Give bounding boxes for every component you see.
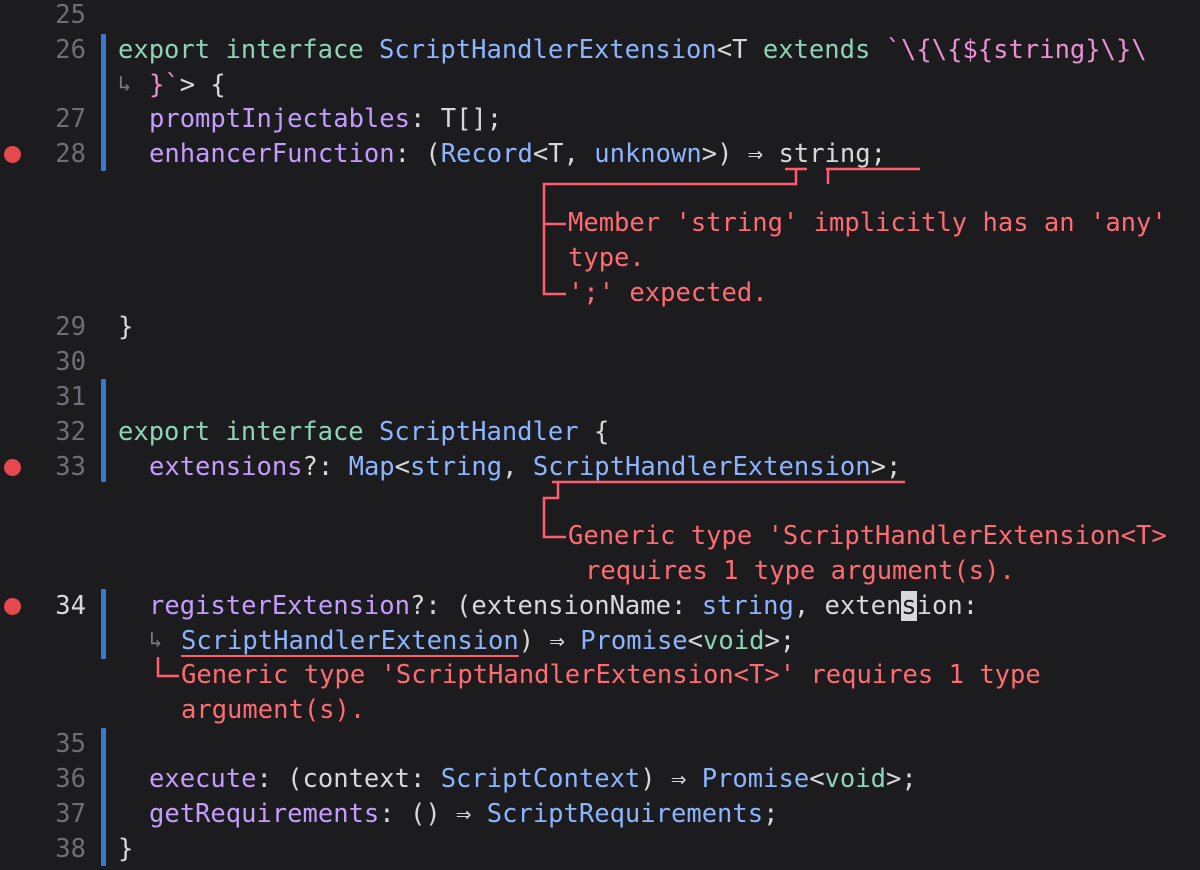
error-connector-lines bbox=[156, 167, 920, 678]
code-editor[interactable]: 25 26 27 28 29 30 31 32 33 34 35 36 37 3… bbox=[0, 0, 1200, 870]
error-connector bbox=[542, 224, 566, 296]
error-connector bbox=[542, 482, 566, 539]
error-connector bbox=[156, 657, 179, 678]
error-connector bbox=[542, 169, 798, 226]
